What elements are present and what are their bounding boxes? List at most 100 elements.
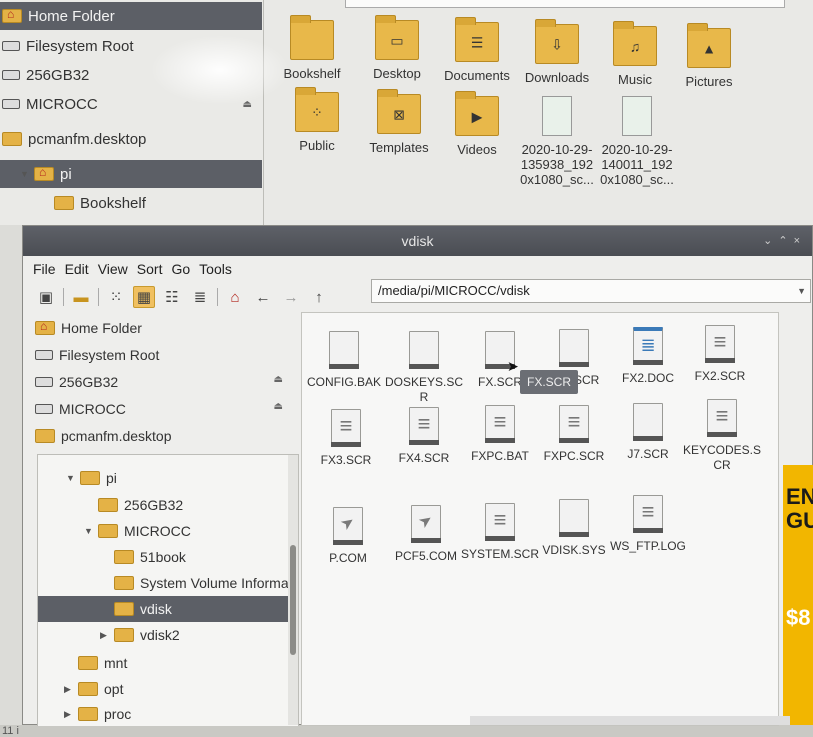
file-item[interactable]: PCF5.COM — [386, 505, 466, 564]
eject-icon[interactable]: ⏏ — [274, 401, 283, 412]
tree-item-opt[interactable]: ▶ opt — [64, 676, 123, 702]
window-controls[interactable]: ⌄⌃× — [763, 226, 806, 256]
home-folder-icon — [35, 319, 55, 335]
bg-place-home-folder[interactable]: Home Folder — [0, 2, 262, 30]
tree-label: 256GB32 — [124, 497, 184, 513]
background-file-manager-window: Home Folder Filesystem Root 256GB32 MICR… — [0, 0, 813, 240]
bg-place-pcmanfm-desktop[interactable]: pcmanfm.desktop — [0, 125, 262, 153]
menu-sort[interactable]: Sort — [137, 261, 163, 277]
detailed-list-view-button[interactable]: ≣ — [189, 286, 211, 308]
file-item[interactable]: FX2.SCR — [680, 325, 760, 384]
new-tab-button[interactable]: ▬ — [70, 286, 92, 308]
desktop-folder-icon: ▭ — [375, 15, 419, 60]
bg-item-pictures[interactable]: ▲ Pictures — [670, 23, 748, 89]
text-file-icon — [485, 503, 515, 541]
tree-item-microcc[interactable]: ▼ MICROCC — [84, 518, 191, 544]
tree-scrollbar[interactable] — [288, 455, 298, 725]
place-256gb32[interactable]: 256GB32 ⏏ — [29, 368, 297, 395]
arrow-right-icon: → — [283, 288, 299, 306]
folder-icon — [114, 576, 134, 590]
bg-item-screenshot-2[interactable]: 2020-10-29-140011_1920x1080_sc... — [598, 96, 676, 187]
tree-item-mnt[interactable]: mnt — [78, 650, 127, 676]
bg-item-screenshot-1[interactable]: 2020-10-29-135938_1920x1080_sc... — [518, 96, 596, 187]
location-bar[interactable]: /media/pi/MICROCC/vdisk ▼ — [371, 279, 811, 303]
menu-go[interactable]: Go — [171, 261, 190, 277]
maximize-icon[interactable]: ⌃ — [778, 235, 793, 247]
file-item[interactable]: FX3.SCR — [306, 409, 386, 468]
tree-item-system-volume-information[interactable]: System Volume Informa — [114, 570, 289, 596]
close-icon[interactable]: × — [794, 235, 806, 247]
tree-item-pi[interactable]: ▼ pi — [66, 465, 117, 491]
up-button[interactable]: ↑ — [308, 286, 330, 308]
file-item[interactable]: P.COM — [308, 507, 388, 566]
tree-item-51book[interactable]: 51book — [114, 544, 186, 570]
bg-tree-item-bookshelf[interactable]: Bookshelf — [0, 189, 262, 217]
bg-place-label: Filesystem Root — [26, 37, 134, 55]
place-label: Filesystem Root — [59, 346, 160, 363]
bg-item-public[interactable]: ⁘ Public — [278, 87, 356, 153]
bg-tree-item-pi[interactable]: ▼ pi — [0, 160, 262, 188]
folder-icon — [78, 656, 98, 670]
thumbnail-view-button[interactable]: ▦ — [133, 286, 155, 308]
chevron-right-icon[interactable]: ▶ — [64, 684, 78, 695]
chevron-right-icon[interactable]: ▶ — [100, 630, 114, 641]
eject-icon[interactable]: ⏏ — [274, 374, 283, 385]
home-button[interactable]: ⌂ — [224, 286, 246, 308]
chevron-down-icon[interactable]: ▼ — [66, 473, 80, 483]
menu-file[interactable]: File — [33, 261, 56, 277]
templates-folder-icon: ⊠ — [377, 89, 421, 134]
file-item[interactable]: SYSTEM.SCR — [460, 503, 540, 562]
tree-label: System Volume Informa — [140, 575, 289, 591]
menu-edit[interactable]: Edit — [65, 261, 89, 277]
place-filesystem-root[interactable]: Filesystem Root — [29, 341, 297, 368]
icon-view-icon: ⁙ — [109, 289, 123, 306]
file-item[interactable]: FX2.DOC — [608, 327, 688, 386]
file-item[interactable]: FXPC.SCR — [534, 405, 614, 464]
bg-item-templates[interactable]: ⊠ Templates — [360, 89, 438, 155]
scrollbar-thumb[interactable] — [290, 545, 296, 655]
tree-label: proc — [104, 706, 132, 722]
folder-icon — [98, 498, 118, 512]
file-label: FXPC.SCR — [543, 449, 605, 463]
file-item[interactable]: FX4.SCR — [384, 407, 464, 466]
file-item[interactable]: DOSKEYS.SCR — [384, 331, 464, 405]
folder-icon — [54, 196, 74, 210]
file-item[interactable]: CONFIG.BAK — [304, 331, 384, 390]
file-item[interactable]: WS_FTP.LOG — [608, 495, 688, 554]
new-window-button[interactable]: ▣ — [35, 286, 57, 308]
bg-location-bar[interactable] — [345, 0, 785, 8]
back-button[interactable]: ← — [252, 286, 274, 308]
place-pcmanfm-desktop[interactable]: pcmanfm.desktop — [29, 422, 297, 449]
forward-button[interactable]: → — [280, 286, 302, 308]
chevron-down-icon[interactable]: ▼ — [20, 169, 34, 179]
chevron-right-icon[interactable]: ▶ — [64, 709, 78, 720]
file-item[interactable]: FXPC.BAT — [460, 405, 540, 464]
bg-item-desktop[interactable]: ▭ Desktop — [358, 15, 436, 81]
file-item[interactable]: J7.SCR — [608, 403, 688, 462]
menu-view[interactable]: View — [98, 261, 128, 277]
place-home-folder[interactable]: Home Folder — [29, 314, 297, 341]
folder-icon — [114, 602, 134, 616]
bg-item-videos[interactable]: ▶ Videos — [438, 91, 516, 157]
file-item[interactable]: VDISK.SYS — [534, 499, 614, 558]
place-microcc[interactable]: MICROCC ⏏ — [29, 395, 297, 422]
minimize-icon[interactable]: ⌄ — [763, 235, 778, 247]
file-tooltip: FX.SCR — [520, 370, 578, 394]
tree-item-proc[interactable]: ▶ proc — [64, 701, 131, 727]
bg-item-documents[interactable]: ☰ Documents — [438, 17, 516, 83]
menu-tools[interactable]: Tools — [199, 261, 232, 277]
tree-item-vdisk2[interactable]: ▶ vdisk2 — [100, 622, 180, 648]
compact-view-button[interactable]: ☷ — [161, 286, 183, 308]
chevron-down-icon[interactable]: ▼ — [797, 280, 806, 302]
bg-item-label: Templates — [369, 140, 429, 155]
tree-item-256gb32[interactable]: 256GB32 — [98, 492, 183, 518]
bg-item-music[interactable]: ♫ Music — [596, 21, 674, 87]
chevron-down-icon[interactable]: ▼ — [84, 526, 98, 536]
tree-label: opt — [104, 681, 124, 697]
window-titlebar[interactable]: vdisk ⌄⌃× — [23, 226, 812, 256]
icon-view-button[interactable]: ⁙ — [105, 286, 127, 308]
bg-item-downloads[interactable]: ⇩ Downloads — [518, 19, 596, 85]
tree-item-vdisk[interactable]: vdisk — [38, 596, 288, 622]
file-item[interactable]: KEYCODES.SCR — [682, 399, 762, 473]
arrow-left-icon: ← — [255, 288, 271, 306]
